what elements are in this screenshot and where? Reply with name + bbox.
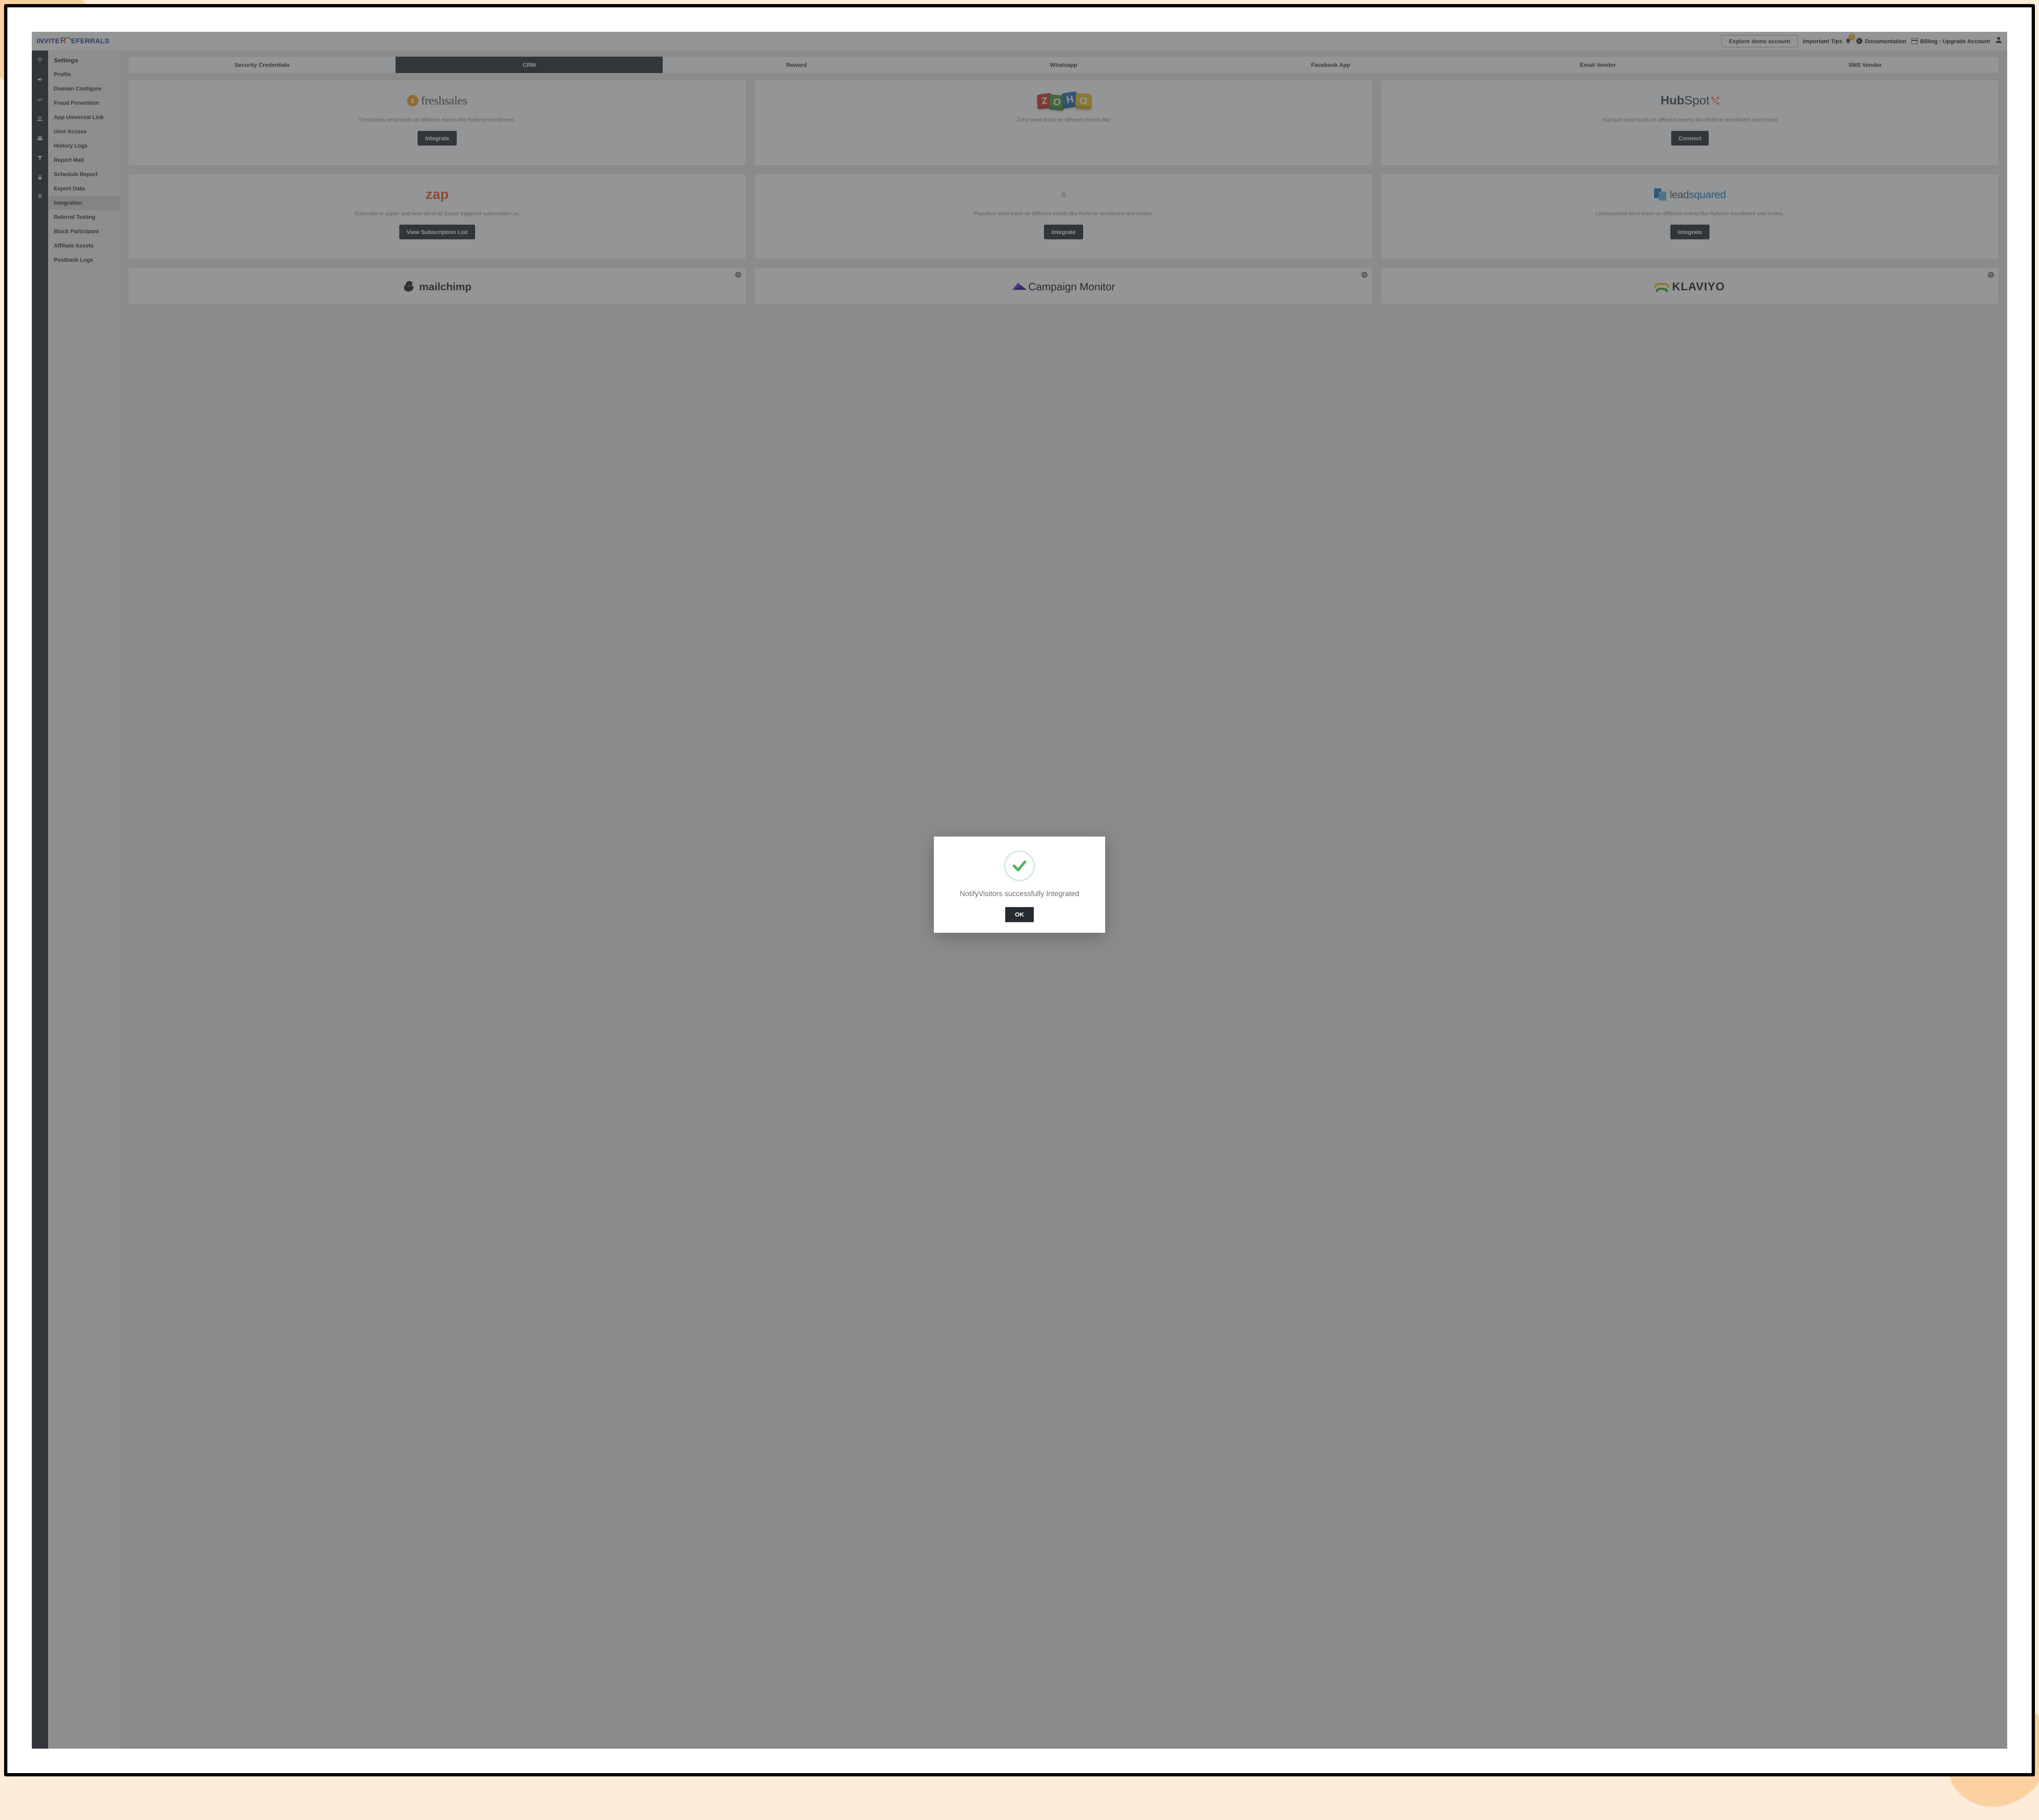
modal-message: NotifyVisitors successfully Integrated	[960, 889, 1079, 898]
app-window: INVITE R EFERRALS Explore demo account I…	[32, 32, 2007, 1749]
success-check-icon	[1004, 850, 1035, 881]
outer-frame: INVITE R EFERRALS Explore demo account I…	[4, 4, 2035, 1776]
success-modal: NotifyVisitors successfully Integrated O…	[934, 836, 1105, 932]
modal-ok-button[interactable]: OK	[1005, 907, 1034, 922]
